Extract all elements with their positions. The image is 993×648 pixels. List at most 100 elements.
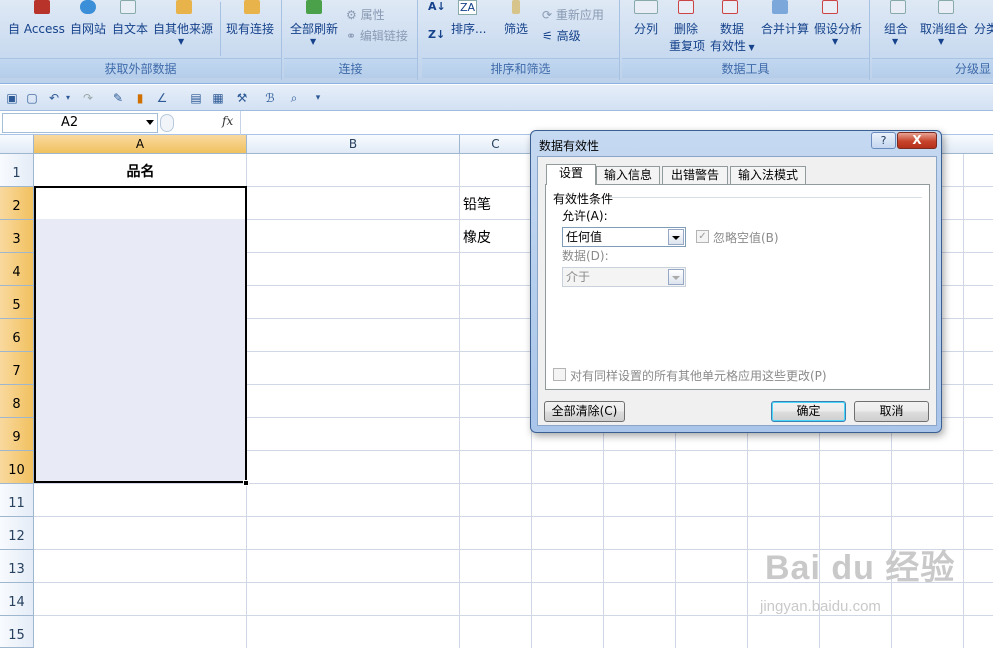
properties-button[interactable]: ⚙ 属性 [346, 6, 385, 23]
settings-panel: 有效性条件 允许(A): 任何值 ✓ 忽略空值(B) 数据(D): 介于 对有同… [545, 184, 930, 390]
chevron-down-icon[interactable] [146, 120, 154, 125]
row-header-11[interactable]: 11 [0, 484, 34, 517]
chevron-down-icon[interactable] [668, 229, 684, 245]
gridline [963, 154, 964, 648]
insert-function-icon[interactable]: fx [222, 114, 233, 128]
filter-button[interactable]: 筛选 [504, 20, 528, 37]
subtotal-button[interactable]: 分类 [974, 20, 993, 37]
gridline [34, 483, 993, 484]
row-header-2[interactable]: 2 [0, 187, 34, 220]
row-header-14[interactable]: 14 [0, 583, 34, 616]
row-header-13[interactable]: 13 [0, 550, 34, 583]
row-header-5[interactable]: 5 [0, 286, 34, 319]
clear-all-button[interactable]: 全部清除(C) [544, 401, 625, 422]
advanced-button[interactable]: ⚟ 高级 [542, 27, 581, 44]
row-header-12[interactable]: 12 [0, 517, 34, 550]
row-header-8[interactable]: 8 [0, 385, 34, 418]
text-to-columns-button[interactable]: 分列 [634, 20, 658, 37]
chevron-down-icon[interactable]: ▾ [60, 90, 76, 106]
tab-input-message[interactable]: 输入信息 [596, 166, 660, 184]
row-header-15[interactable]: 15 [0, 616, 34, 648]
consolidate-icon [772, 0, 788, 14]
chevron-down-icon: ▼ [832, 37, 839, 46]
data-label: 数据(D): [562, 249, 609, 263]
cell-c2[interactable]: 铅笔 [463, 194, 491, 214]
edit-links-button[interactable]: ⚭ 编辑链接 [346, 27, 408, 44]
column-header-c[interactable]: C [460, 135, 532, 154]
group-data-tools: 分列 删除 重复项 数据 有效性 ▼ 合并计算 假设分析 ▼ 数据工具 [622, 0, 870, 80]
close-button[interactable]: X [897, 132, 937, 149]
new-file-icon[interactable]: ▢ [24, 90, 40, 106]
help-button[interactable]: ? [871, 132, 896, 149]
selected-range-a2-a10[interactable] [34, 186, 247, 483]
allow-label: 允许(A): [562, 209, 608, 223]
properties-icon: ⚙ [346, 8, 361, 22]
chevron-down-icon: ▼ [892, 37, 899, 46]
row-header-10[interactable]: 10 [0, 451, 34, 484]
spelling-icon[interactable]: ℬ [262, 90, 278, 106]
data-select[interactable]: 介于 [562, 267, 686, 287]
tools-icon[interactable]: ⚒ [234, 90, 250, 106]
group-button[interactable]: 组合 [884, 20, 908, 37]
ok-button[interactable]: 确定 [771, 401, 846, 422]
tab-error-alert[interactable]: 出错警告 [662, 166, 728, 184]
dialog-title: 数据有效性 [539, 139, 600, 153]
refresh-all-button[interactable]: 全部刷新 [290, 20, 338, 37]
redo-icon[interactable]: ↷ [80, 90, 96, 106]
form-icon[interactable]: ▤ [188, 90, 204, 106]
chevron-down-icon: ▼ [178, 37, 185, 46]
chart-icon[interactable]: ▮ [132, 90, 148, 106]
print-preview-icon[interactable]: ⌕ [286, 90, 302, 106]
ungroup-button[interactable]: 取消组合 [920, 20, 968, 37]
active-cell-a2[interactable] [36, 188, 245, 219]
row-header-1[interactable]: 1 [0, 154, 34, 187]
drawing-icon[interactable]: ∠ [154, 90, 170, 106]
name-box[interactable]: A2 [2, 113, 158, 133]
from-text-button[interactable]: 自文本 [112, 20, 148, 37]
tab-settings[interactable]: 设置 [546, 164, 596, 185]
existing-connections-button[interactable]: 现有连接 [226, 20, 274, 37]
format-painter-icon[interactable]: ✎ [110, 90, 126, 106]
tab-ime-mode[interactable]: 输入法模式 [730, 166, 806, 184]
from-other-sources-button[interactable]: 自其他来源 [153, 20, 213, 37]
apply-all-checkbox[interactable] [553, 368, 566, 381]
gridline [34, 516, 993, 517]
row-header-9[interactable]: 9 [0, 418, 34, 451]
save-icon[interactable]: ▣ [4, 90, 20, 106]
ignore-blank-checkbox[interactable]: ✓ [696, 230, 709, 243]
database-icon [176, 0, 192, 14]
watermark-logo: Bai du 经验 [765, 549, 956, 587]
formula-bar-resize-handle[interactable] [160, 114, 174, 132]
validation-criteria-heading: 有效性条件 [553, 192, 614, 206]
sort-az-icon[interactable]: A↓ [428, 0, 446, 13]
remove-duplicates-button[interactable]: 删除 重复项 [669, 20, 705, 54]
row-header-6[interactable]: 6 [0, 319, 34, 352]
divider [220, 2, 221, 56]
cancel-button[interactable]: 取消 [854, 401, 929, 422]
chevron-down-icon: ▼ [938, 37, 945, 46]
pivot-icon[interactable]: ▦ [210, 90, 226, 106]
data-validation-button[interactable]: 数据 有效性 ▼ [710, 20, 755, 54]
from-access-button[interactable]: 自 Access [8, 20, 65, 37]
what-if-analysis-button[interactable]: 假设分析 [814, 20, 862, 37]
customize-toolbar-icon[interactable]: ▾ [310, 90, 326, 106]
row-header-7[interactable]: 7 [0, 352, 34, 385]
cell-c3[interactable]: 橡皮 [463, 227, 491, 247]
reapply-icon: ⟳ [542, 8, 556, 22]
column-header-b[interactable]: B [247, 135, 460, 154]
reapply-button[interactable]: ⟳ 重新应用 [542, 6, 604, 23]
row-header-3[interactable]: 3 [0, 220, 34, 253]
remove-duplicates-icon [678, 0, 694, 14]
allow-select[interactable]: 任何值 [562, 227, 686, 247]
sort-za-icon[interactable]: Z↓ [428, 28, 445, 41]
cell-a1[interactable]: 品名 [34, 161, 247, 181]
from-web-button[interactable]: 自网站 [70, 20, 106, 37]
sort-button[interactable]: 排序... [451, 20, 486, 37]
chevron-down-icon[interactable] [668, 269, 684, 285]
row-header-4[interactable]: 4 [0, 253, 34, 286]
column-header-a[interactable]: A [34, 135, 247, 154]
fill-handle[interactable] [243, 480, 249, 486]
select-all-corner[interactable] [0, 135, 34, 154]
existing-connections-icon [244, 0, 260, 14]
consolidate-button[interactable]: 合并计算 [761, 20, 809, 37]
